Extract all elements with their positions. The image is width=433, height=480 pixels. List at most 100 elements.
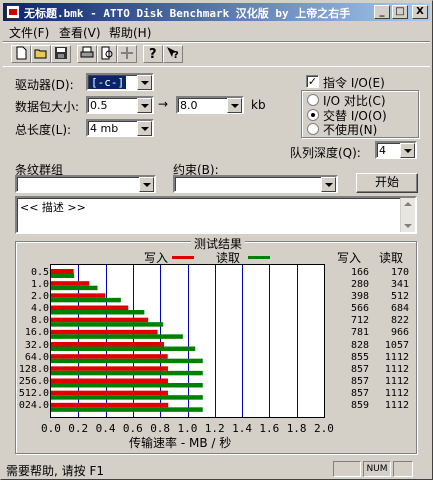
print-icon[interactable] [77, 45, 97, 63]
y-tick-label: 2.0 [30, 290, 49, 302]
title-bar: 无标题.bmk - ATTO Disk Benchmark 汉化版 by 上帝之… [3, 3, 430, 21]
write-value: 280 [350, 278, 369, 290]
scroll-down-icon[interactable] [404, 224, 412, 228]
write-value: 859 [350, 400, 369, 412]
chevron-down-icon[interactable] [321, 177, 336, 192]
total-length-value: 4 mb [90, 122, 119, 135]
write-value: 857 [350, 363, 369, 375]
help-icon[interactable]: ? [143, 45, 163, 63]
read-bar [51, 334, 183, 339]
y-tick-label: 1.0 [30, 278, 49, 290]
read-value: 170 [390, 266, 409, 278]
y-tick-label: 128.0 [18, 363, 49, 375]
direct-io-label: 指令 I/O(E) [323, 76, 385, 90]
transfer-from-value: 0.5 [90, 99, 108, 112]
read-value: 1057 [384, 339, 409, 351]
read-value: 512 [390, 290, 409, 302]
move-icon[interactable] [117, 45, 137, 63]
toolbar: ? ? [3, 41, 430, 67]
read-value: 822 [390, 315, 409, 327]
write-value: 566 [350, 303, 369, 314]
read-bar [51, 310, 145, 315]
description-field[interactable]: << 描述 >> [15, 196, 417, 234]
maximize-button[interactable]: □ [392, 5, 408, 19]
queue-depth-value: 4 [379, 144, 386, 157]
read-bar [51, 383, 203, 388]
menu-help[interactable]: 帮助(H) [109, 24, 151, 41]
read-bar [51, 358, 203, 364]
write-bar [51, 378, 168, 383]
window-title: 无标题.bmk - ATTO Disk Benchmark 汉化版 by 上帝之… [24, 7, 351, 20]
write-bar [51, 354, 168, 359]
transfer-from-select[interactable]: 0.5 [86, 96, 154, 114]
direct-io-checkbox[interactable]: ✓ [306, 75, 319, 88]
app-icon [6, 5, 20, 19]
status-pane-3 [393, 461, 413, 477]
x-tick-label: 0.4 [95, 422, 116, 435]
drive-select[interactable]: [-c-] [86, 73, 154, 91]
status-pane-1 [333, 461, 361, 477]
neither-radio[interactable] [307, 123, 319, 135]
total-length-select[interactable]: 4 mb [86, 119, 154, 137]
io-compare-radio[interactable] [307, 94, 319, 106]
chevron-down-icon[interactable] [139, 177, 154, 192]
description-text: << 描述 >> [20, 201, 86, 214]
print-preview-icon[interactable] [97, 45, 117, 63]
chevron-down-icon[interactable] [400, 143, 415, 158]
drive-label: 驱动器(D): [15, 78, 74, 92]
write-bar [51, 342, 165, 347]
context-help-icon[interactable]: ? [163, 45, 183, 63]
write-bar [51, 305, 129, 310]
write-bar [51, 329, 158, 335]
chevron-down-icon[interactable] [137, 75, 152, 90]
transfer-to-select[interactable]: 8.0 [176, 96, 244, 114]
queue-depth-select[interactable]: 4 [375, 141, 417, 159]
read-bar [51, 407, 203, 412]
y-tick-label: 0.5 [30, 266, 49, 278]
write-value: 166 [350, 266, 369, 278]
transfer-size-label: 数据包大小: [15, 100, 80, 114]
read-bar [51, 322, 164, 327]
y-tick-label: 024.0 [18, 400, 49, 412]
read-bar [51, 273, 75, 278]
write-legend-swatch [172, 256, 194, 259]
x-tick-label: 1.6 [259, 422, 280, 435]
chart-plot-area [50, 264, 325, 418]
save-icon[interactable] [51, 45, 71, 63]
x-axis-title: 传输速率 - MB / 秒 [129, 436, 232, 450]
write-bar [51, 269, 74, 274]
total-length-label: 总长度(L): [15, 123, 72, 137]
drive-value: [-c-] [89, 76, 127, 89]
new-icon[interactable] [11, 45, 31, 63]
write-value: 828 [350, 339, 369, 351]
queue-depth-label: 队列深度(Q): [290, 146, 361, 160]
constraint-select[interactable] [173, 175, 338, 193]
svg-text:?: ? [149, 47, 157, 60]
description-scrollbar[interactable] [400, 198, 415, 232]
svg-text:?: ? [173, 50, 179, 60]
write-bar [51, 390, 168, 396]
write-value: 857 [350, 376, 369, 387]
open-icon[interactable] [31, 45, 51, 63]
read-value: 341 [390, 278, 409, 290]
minimize-button[interactable]: _ [374, 5, 390, 19]
close-button[interactable]: X [412, 5, 428, 19]
start-button[interactable]: 开始 [356, 173, 418, 193]
y-tick-label: 16.0 [24, 327, 49, 339]
chevron-down-icon[interactable] [137, 121, 152, 136]
stripe-group-select[interactable] [15, 175, 156, 193]
overlap-io-radio[interactable] [307, 109, 319, 121]
chevron-down-icon[interactable] [137, 98, 152, 113]
arrow-right-icon: → [158, 97, 169, 111]
num-lock-indicator: NUM [363, 461, 391, 477]
menu-file[interactable]: 文件(F) [9, 24, 49, 41]
read-value: 684 [390, 303, 409, 314]
x-tick-label: 0.2 [68, 422, 89, 435]
scroll-up-icon[interactable] [404, 202, 412, 206]
read-legend-swatch [248, 256, 270, 259]
chevron-down-icon[interactable] [227, 98, 242, 113]
read-bar [51, 285, 98, 291]
read-bar [51, 395, 203, 400]
read-column-header: 读取 [379, 251, 404, 265]
menu-view[interactable]: 查看(V) [59, 24, 101, 41]
